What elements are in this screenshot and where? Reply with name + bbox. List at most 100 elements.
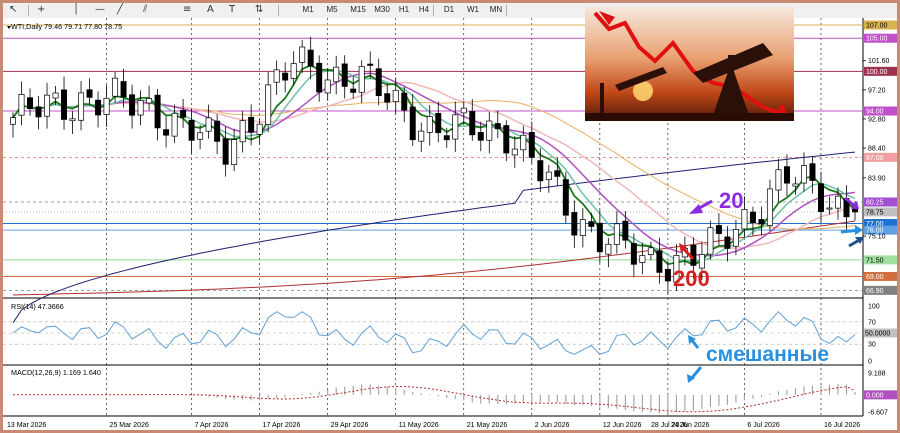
price-badge: 69.00	[864, 271, 897, 281]
price-badge-label: 100.00	[866, 69, 888, 76]
candle-body	[282, 72, 289, 81]
price-badge-label: 71.50	[866, 257, 884, 264]
candle-body	[341, 63, 348, 87]
candle-body	[231, 139, 238, 166]
price-badge-label: 107.00	[866, 23, 888, 30]
candle-body	[27, 97, 33, 110]
date-axis-label: 12 Jun 2026	[603, 422, 642, 429]
candle-body	[758, 219, 765, 225]
candle-body	[222, 138, 229, 165]
ma20-annotation: 20	[719, 188, 743, 213]
candle-body	[537, 160, 544, 182]
candle-body	[418, 130, 425, 142]
candle-body	[809, 163, 816, 181]
candle-body	[367, 63, 374, 66]
price-axis-label: 75.10	[868, 234, 886, 241]
mixed-signal-annotation: смешанные	[706, 343, 829, 366]
candle-body	[766, 188, 773, 226]
candle-body	[392, 89, 399, 102]
rsi-badge-label: 50.0000	[865, 331, 890, 338]
candle-body	[605, 243, 612, 255]
candle-body	[214, 120, 221, 142]
candle-body	[384, 93, 391, 103]
oil-price-photo	[585, 7, 794, 121]
rsi-header: RSI(14) 47.3666	[11, 302, 64, 311]
price-axis-label: 83.90	[868, 175, 886, 182]
price-badge: 107.00	[864, 20, 897, 30]
price-badge-label: 94.00	[866, 109, 884, 116]
candle-body	[146, 98, 153, 104]
candle-body	[103, 97, 110, 115]
candle-body	[817, 183, 824, 213]
candle-body	[477, 132, 484, 141]
date-axis-label: 28 Jul 2026	[651, 422, 687, 429]
candle-body	[154, 94, 161, 129]
candle-body	[520, 134, 527, 151]
candle-body	[35, 106, 42, 118]
candle-body	[426, 116, 433, 133]
price-axis-label: 97.20	[868, 87, 886, 94]
price-badge-label: 105.00	[866, 36, 888, 43]
candle-body	[409, 106, 416, 141]
price-badge: 78.75	[864, 207, 897, 217]
date-axis-label: 13 Mar 2026	[7, 422, 46, 429]
chart-canvas[interactable]: WTI,Daily 79.46 79.71 77.80 78.75 107.00 1…	[3, 3, 897, 430]
price-badge-label: 69.00	[866, 274, 884, 281]
candle-body	[61, 89, 68, 120]
candle-body	[571, 212, 578, 236]
rsi-axis-label: 30	[868, 342, 876, 349]
price-badge: 94.00	[864, 106, 897, 116]
macd-zero-badge: 0.000	[864, 390, 897, 400]
candle-body	[545, 171, 552, 180]
macd-header: MACD(12,26,9) 1.169 1.640	[11, 368, 101, 377]
price-badge: 100.00	[864, 66, 897, 76]
candle-body	[273, 69, 280, 83]
candle-body	[307, 49, 314, 67]
candle-body	[44, 94, 51, 117]
macd-axis-label: 9.188	[868, 371, 886, 378]
candle-body	[469, 111, 476, 136]
candle-body	[95, 99, 102, 116]
price-axis-label: 88.40	[868, 146, 886, 153]
candle-body	[639, 255, 646, 263]
terminal-window: ↖ + │ — ╱ ⫽ ≡ A T ⇅ M1 M5 M15 M30 H1 H4 D1 W1 MN WTI,Daily…	[0, 0, 900, 433]
candle-body	[10, 117, 16, 125]
date-axis-label: 6 Jul 2026	[747, 422, 779, 429]
rsi-axis-label: 100	[868, 304, 880, 311]
candle-body	[78, 92, 85, 121]
candle-body	[239, 120, 246, 143]
candle-body	[290, 63, 297, 79]
date-axis-label: 7 Apr 2026	[195, 422, 229, 429]
candle-body	[112, 77, 119, 97]
candle-body	[120, 81, 127, 98]
candle-body	[205, 117, 212, 132]
candle-body	[460, 107, 467, 114]
candle-body	[494, 123, 501, 130]
candle-body	[324, 79, 331, 94]
candle-body	[333, 66, 340, 83]
macd-axis-label: -6.607	[868, 410, 888, 417]
candle-body	[613, 223, 620, 245]
candle-body	[724, 236, 731, 249]
candle-body	[775, 169, 782, 191]
candle-body	[248, 116, 255, 133]
candle-body	[69, 118, 76, 122]
candle-body	[554, 170, 561, 177]
candle-body	[622, 220, 629, 241]
macd-badge-label: 0.000	[866, 392, 884, 399]
rsi-axis-label: 70	[868, 319, 876, 326]
candle-body	[316, 62, 323, 93]
price-badge-label: 80.25	[866, 200, 884, 207]
price-axis-label: 92.80	[868, 116, 886, 123]
price-badge-label: 78.75	[866, 209, 884, 216]
date-axis-label: 29 Apr 2026	[331, 422, 369, 429]
candle-body	[350, 88, 357, 93]
rsi-value-badge: 50.0000	[864, 328, 897, 338]
candle-body	[265, 84, 272, 125]
candle-body	[358, 66, 365, 93]
candle-body	[783, 166, 790, 184]
date-axis-label: 16 Jul 2026	[824, 422, 860, 429]
candle-body	[435, 112, 442, 134]
date-axis-label: 2 Jun 2026	[535, 422, 570, 429]
candle-body	[579, 219, 586, 236]
